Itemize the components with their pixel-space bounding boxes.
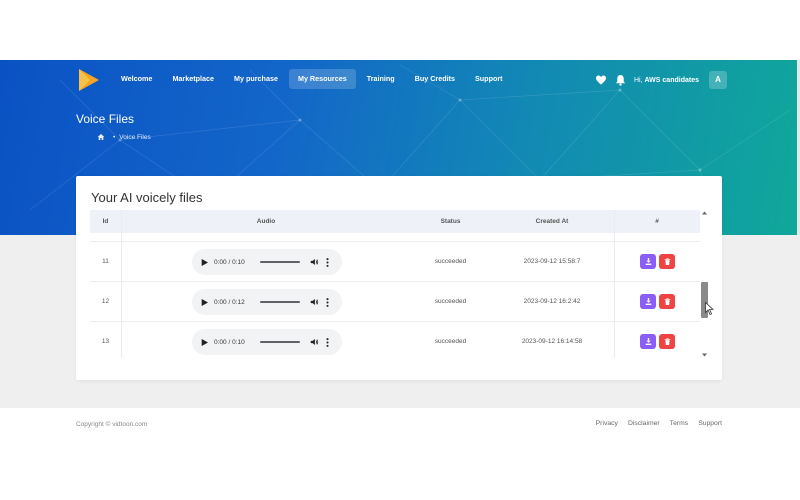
download-button[interactable] [640,254,656,269]
row-created-at: 2023-09-12 16:14:58 [521,338,583,345]
nav-item-marketplace[interactable]: Marketplace [163,69,223,89]
audio-player[interactable]: 0:00 / 0:12 [192,289,342,315]
footer-link-terms[interactable]: Terms [670,420,689,427]
delete-button[interactable] [659,334,675,349]
table-row: 13 0:00 / 0:10 succeeded 2023-09-12 16:1… [90,321,700,358]
table-row: 12 0:00 / 0:12 succeeded 2023-09-12 16:2… [90,281,700,321]
page-title: Voice Files [76,112,135,126]
nav-item-training[interactable]: Training [358,69,404,89]
table-row: 11 0:00 / 0:10 succeeded 2023-09-12 15:5… [90,241,700,281]
row-created-at: 2023-09-12 16:2:42 [523,298,581,305]
breadcrumb-current: Voice Files [119,133,151,141]
main-nav: Welcome Marketplace My purchase My Resou… [112,68,514,90]
audio-time: 0:00 / 0:12 [214,298,245,306]
audio-player[interactable]: 0:00 / 0:10 [192,329,342,355]
nav-item-my-resources[interactable]: My Resources [288,69,356,89]
breadcrumb: • Voice Files [97,133,151,141]
trash-icon [664,338,670,345]
greeting-prefix: Hi, [634,76,643,84]
user-greeting[interactable]: Hi, AWS candidates [634,77,699,84]
play-icon[interactable] [201,298,208,306]
column-header-id[interactable]: Id [90,210,121,233]
download-button[interactable] [640,294,656,309]
trash-icon [664,258,670,265]
audio-time: 0:00 / 0:10 [214,258,245,266]
more-options-icon[interactable] [326,297,329,307]
download-icon [645,258,651,265]
download-icon [645,298,651,305]
voice-files-card: Your AI voicely files Id Audio Status Cr… [76,176,722,380]
delete-button[interactable] [659,294,675,309]
more-options-icon[interactable] [326,257,329,267]
delete-button[interactable] [659,254,675,269]
row-id: 13 [101,338,110,345]
volume-icon[interactable] [310,258,319,266]
download-icon [645,338,651,345]
copyright-text: Copyright © vidtoon.com [76,421,148,428]
row-created-at: 2023-09-12 15:58:7 [523,258,581,265]
download-button[interactable] [640,334,656,349]
audio-player[interactable]: 0:00 / 0:10 [192,249,342,275]
column-header-actions: # [655,218,659,225]
mouse-cursor-icon [705,302,714,315]
footer-link-support[interactable]: Support [698,420,722,427]
volume-icon[interactable] [310,298,319,306]
breadcrumb-separator: • [113,133,116,141]
more-options-icon[interactable] [326,337,329,347]
table-scrollbar[interactable] [701,210,708,358]
footer: Copyright © vidtoon.com Privacy Disclaim… [0,408,800,440]
bell-icon[interactable] [615,74,626,86]
top-blank-area [0,0,800,60]
row-status: succeeded [434,338,467,345]
column-header-created-at[interactable]: Created At [490,210,614,233]
nav-item-support[interactable]: Support [466,69,512,89]
audio-progress-track[interactable] [260,301,300,303]
row-id: 12 [101,298,110,305]
home-icon[interactable] [97,133,105,141]
column-header-audio[interactable]: Audio [121,210,411,233]
user-area: Hi, AWS candidates A [595,70,727,90]
row-status: succeeded [434,258,467,265]
volume-icon[interactable] [310,338,319,346]
user-name: AWS candidates [644,76,699,84]
heart-icon[interactable] [595,74,607,86]
audio-progress-track[interactable] [260,341,300,343]
scroll-down-arrow-icon[interactable] [701,352,708,358]
play-icon[interactable] [201,258,208,266]
row-id: 11 [102,258,109,265]
avatar[interactable]: A [708,71,727,89]
card-title: Your AI voicely files [91,190,203,205]
footer-link-disclaimer[interactable]: Disclaimer [628,420,660,427]
audio-time: 0:00 / 0:10 [214,338,245,346]
scroll-up-arrow-icon[interactable] [701,210,708,216]
nav-item-my-purchase[interactable]: My purchase [225,69,287,89]
footer-link-privacy[interactable]: Privacy [596,420,618,427]
audio-progress-track[interactable] [260,261,300,263]
column-header-status[interactable]: Status [411,210,490,233]
row-status: succeeded [434,298,467,305]
table-header: Id Audio Status Created At # [90,210,700,233]
trash-icon [664,298,670,305]
footer-links: Privacy Disclaimer Terms Support [586,420,722,427]
nav-item-welcome[interactable]: Welcome [112,69,161,89]
play-icon[interactable] [201,338,208,346]
voice-files-table: Id Audio Status Created At # 11 0:00 / 0… [90,210,700,358]
play-logo-icon[interactable] [76,68,100,92]
nav-item-buy-credits[interactable]: Buy Credits [406,69,464,89]
